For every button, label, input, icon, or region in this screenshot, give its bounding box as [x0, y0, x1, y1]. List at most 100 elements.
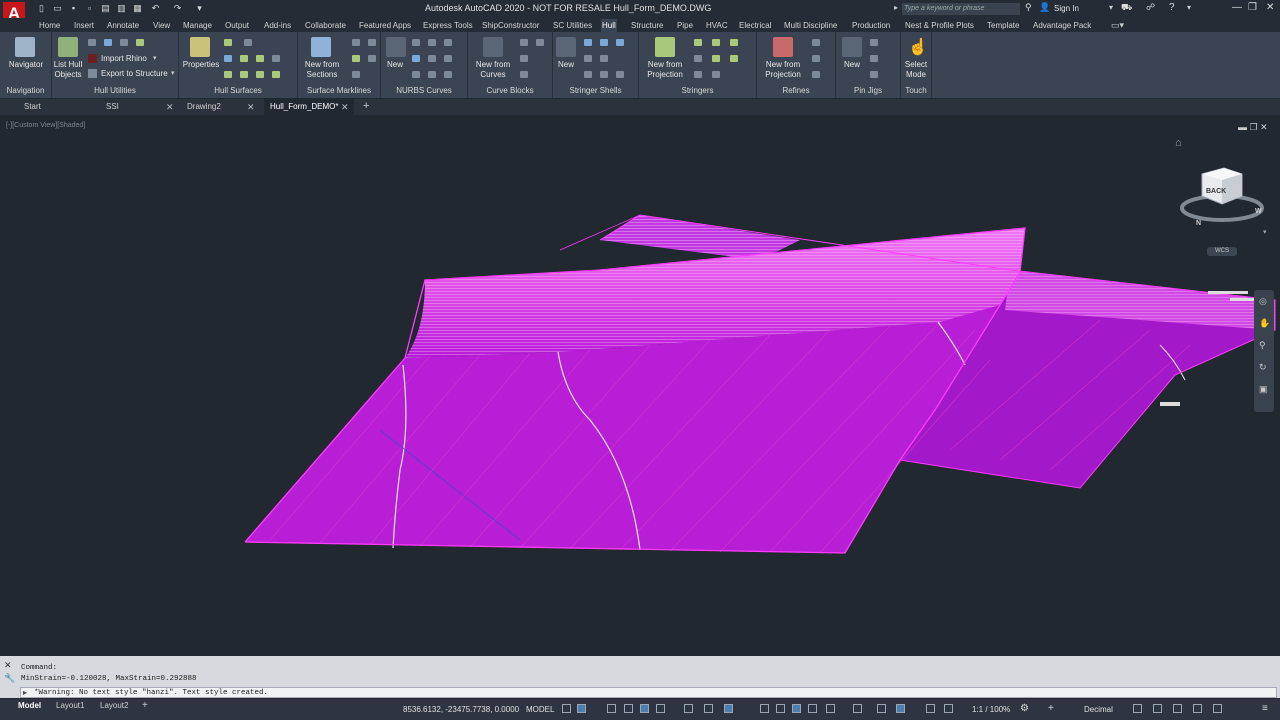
markline-tool-icon[interactable]	[352, 55, 360, 62]
tab-collaborate[interactable]: Collaborate	[304, 19, 347, 32]
search-expand-icon[interactable]: ▸	[894, 3, 898, 12]
tab-pipe[interactable]: Pipe	[676, 19, 694, 32]
binoculars-icon[interactable]: ⚲	[1025, 2, 1032, 13]
nurbs-tool-icon[interactable]	[444, 39, 452, 46]
nurbs-tool-icon[interactable]	[412, 39, 420, 46]
list-hull-objects-button[interactable]: List Hull Objects	[50, 60, 86, 80]
drawing-viewport[interactable]	[0, 116, 1280, 656]
infer-constraints-icon[interactable]	[607, 704, 616, 713]
layout-tab-model[interactable]: Model	[18, 701, 41, 710]
curve-block-tool-icon[interactable]	[520, 39, 528, 46]
transparency-icon[interactable]	[776, 704, 785, 713]
curve-blocks-new-from-curves-button[interactable]: New from Curves	[471, 60, 515, 80]
close-tab-icon[interactable]: ✕	[341, 102, 349, 113]
select-mode-button[interactable]: Select Mode	[901, 60, 931, 80]
curve-block-tool-icon[interactable]	[520, 71, 528, 78]
ribbon-toggle-icon[interactable]: ▭▾	[1111, 20, 1124, 31]
shell-tool-icon[interactable]	[600, 71, 608, 78]
surface-tool-icon[interactable]	[256, 71, 264, 78]
hardware-acceleration-icon[interactable]	[1193, 704, 1202, 713]
properties-button[interactable]: Properties	[181, 60, 221, 70]
connect-icon[interactable]: ☍	[1146, 2, 1155, 13]
object-snap-tracking-icon[interactable]	[704, 704, 713, 713]
auto-scale-icon[interactable]	[926, 704, 935, 713]
tab-hull[interactable]: Hull	[601, 19, 617, 32]
refines-new-from-projection-button[interactable]: New from Projection	[760, 60, 806, 80]
object-snap-icon[interactable]	[724, 704, 733, 713]
stringer-tool-icon[interactable]	[730, 39, 738, 46]
refine-tool-icon[interactable]	[812, 71, 820, 78]
curve-block-tool-icon[interactable]	[536, 39, 544, 46]
surface-tool-icon[interactable]	[240, 55, 248, 62]
ortho-mode-icon[interactable]	[640, 704, 649, 713]
dynamic-ucs-icon[interactable]	[826, 704, 835, 713]
nurbs-tool-icon[interactable]	[428, 71, 436, 78]
tab-insert[interactable]: Insert	[73, 19, 95, 32]
surface-tool-icon[interactable]	[224, 71, 232, 78]
import-rhino-dropdown-icon[interactable]: ▾	[153, 54, 157, 62]
isometric-drafting-icon[interactable]	[684, 704, 693, 713]
shell-tool-icon[interactable]	[584, 55, 592, 62]
user-icon[interactable]: 👤	[1039, 2, 1050, 13]
lineweight-icon[interactable]	[760, 704, 769, 713]
viewcube-dropdown-icon[interactable]: ▾	[1263, 228, 1267, 236]
snap-mode-icon[interactable]	[577, 704, 586, 713]
markline-tool-icon[interactable]	[368, 39, 376, 46]
stringer-tool-icon[interactable]	[694, 39, 702, 46]
tab-nest-profile-plots[interactable]: Nest & Profile Plots	[904, 19, 975, 32]
minimize-icon[interactable]: —	[1232, 2, 1242, 13]
home-view-icon[interactable]: ⌂	[1175, 137, 1182, 149]
close-tab-icon[interactable]: ✕	[166, 102, 174, 113]
dynamic-input-icon[interactable]	[624, 704, 633, 713]
selection-cycling-icon[interactable]	[792, 704, 801, 713]
surface-tool-icon[interactable]	[272, 55, 280, 62]
tab-hvac[interactable]: HVAC	[705, 19, 729, 32]
save-icon[interactable]: ▪	[68, 3, 79, 14]
tab-electrical[interactable]: Electrical	[738, 19, 772, 32]
viewport-window-controls[interactable]: ▬ ❐ ✕	[1238, 122, 1268, 133]
tab-home[interactable]: Home	[38, 19, 61, 32]
clean-screen-icon[interactable]	[1213, 704, 1222, 713]
stringer-tool-icon[interactable]	[712, 71, 720, 78]
layout-tab-layout1[interactable]: Layout1	[56, 701, 84, 710]
marklines-new-from-sections-button[interactable]: New from Sections	[300, 60, 344, 80]
markline-tool-icon[interactable]	[352, 71, 360, 78]
viewport-controls-label[interactable]: [-][Custom View][Shaded]	[6, 122, 85, 129]
customize-command-icon[interactable]: 🔧	[4, 673, 15, 684]
tab-template[interactable]: Template	[986, 19, 1020, 32]
nurbs-new-button[interactable]: New	[384, 60, 406, 70]
hull-tool-icon[interactable]	[88, 39, 96, 46]
nurbs-tool-icon[interactable]	[444, 55, 452, 62]
pin-jig-tool-icon[interactable]	[870, 71, 878, 78]
surface-tool-icon[interactable]	[256, 55, 264, 62]
doc-tab-start[interactable]: Start	[24, 99, 94, 115]
orbit-icon[interactable]: ↻	[1259, 362, 1267, 373]
stringer-tool-icon[interactable]	[694, 71, 702, 78]
zoom-icon[interactable]: ⚲	[1259, 340, 1266, 351]
tab-view[interactable]: View	[152, 19, 171, 32]
hull-tool-icon[interactable]	[136, 39, 144, 46]
quick-properties-icon[interactable]	[1133, 704, 1142, 713]
stringer-tool-icon[interactable]	[712, 55, 720, 62]
surface-tool-icon[interactable]	[224, 55, 232, 62]
close-icon[interactable]: ✕	[1266, 2, 1274, 13]
lock-ui-icon[interactable]	[1153, 704, 1162, 713]
tab-shipconstructor[interactable]: ShipConstructor	[481, 19, 540, 32]
stringer-tool-icon[interactable]	[694, 55, 702, 62]
wcs-menu[interactable]: WCS	[1207, 247, 1237, 256]
pin-jigs-new-button[interactable]: New	[841, 60, 863, 70]
shell-tool-icon[interactable]	[600, 39, 608, 46]
sign-in-link[interactable]: Sign In	[1054, 4, 1079, 13]
export-to-structure-button[interactable]: Export to Structure	[101, 69, 168, 79]
nurbs-tool-icon[interactable]	[444, 71, 452, 78]
surface-tool-icon[interactable]	[272, 71, 280, 78]
save-as-icon[interactable]: ▫	[84, 3, 95, 14]
tab-annotate[interactable]: Annotate	[106, 19, 140, 32]
curve-block-tool-icon[interactable]	[520, 55, 528, 62]
stringer-tool-icon[interactable]	[712, 39, 720, 46]
coordinates-readout[interactable]: 8536.6132, -23475.7738, 0.0000	[403, 705, 519, 714]
isolate-objects-icon[interactable]	[1173, 704, 1182, 713]
nurbs-tool-icon[interactable]	[412, 55, 420, 62]
restore-icon[interactable]: ❐	[1248, 2, 1257, 13]
hull-tool-icon[interactable]	[120, 39, 128, 46]
